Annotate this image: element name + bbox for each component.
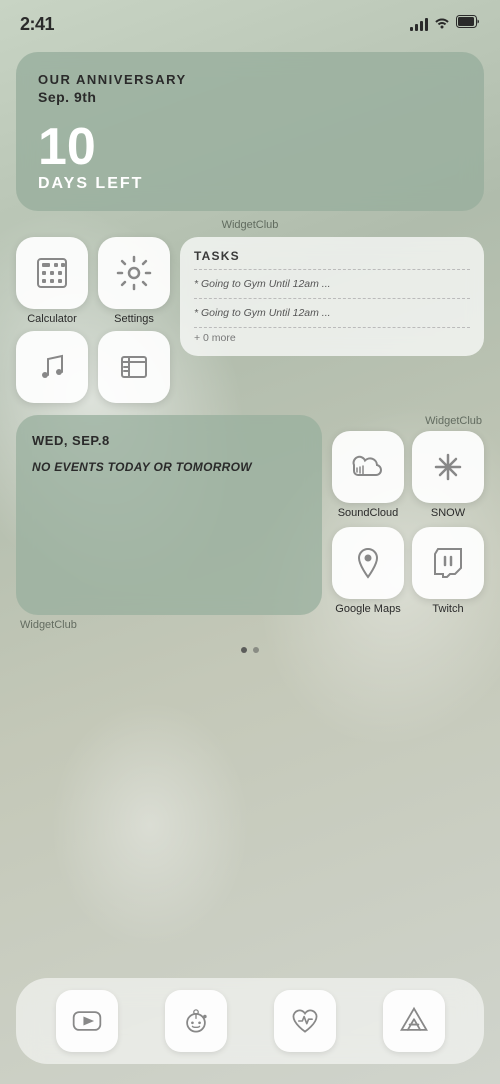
- googlemaps-icon: [350, 545, 386, 581]
- twitch-icon-bg[interactable]: [412, 527, 484, 599]
- youtube-icon: [71, 1005, 103, 1037]
- appstore-icon: [398, 1005, 430, 1037]
- calendar-widget[interactable]: Wed, Sep.8 No events today or tomorrow: [16, 415, 322, 615]
- dot-2: [253, 647, 259, 653]
- widgetclub-label-3: WidgetClub: [16, 619, 484, 631]
- calculator-icon-bg[interactable]: [16, 237, 88, 309]
- main-content: Our anniversary Sep. 9th 10 Days Left Wi…: [0, 44, 500, 661]
- settings-app[interactable]: Settings: [98, 237, 170, 325]
- task-item-1: * Going to Gym Until 12am ...: [194, 274, 470, 294]
- anniversary-title: Our anniversary: [38, 72, 462, 87]
- status-time: 2:41: [20, 14, 54, 35]
- status-bar: 2:41: [0, 0, 500, 44]
- settings-icon: [116, 255, 152, 291]
- right-app-grid: SoundCloud SNOW: [332, 431, 484, 615]
- reddit-icon: [180, 1005, 212, 1037]
- twitch-icon: [430, 545, 466, 581]
- signal-icon: [410, 17, 428, 31]
- snow-label: SNOW: [431, 507, 465, 519]
- anniversary-date: Sep. 9th: [38, 89, 462, 105]
- days-label: Days Left: [38, 175, 462, 193]
- widgetclub-label-1: WidgetClub: [16, 219, 484, 231]
- apps-tasks-row: Calculator Settings: [16, 237, 484, 407]
- calendar-day: Wed, Sep.8: [32, 433, 306, 448]
- settings-label: Settings: [114, 313, 154, 325]
- snow-icon-bg[interactable]: [412, 431, 484, 503]
- task-more: + 0 more: [194, 332, 470, 344]
- googlemaps-app[interactable]: Google Maps: [332, 527, 404, 615]
- music-icon: [34, 349, 70, 385]
- anniversary-widget[interactable]: Our anniversary Sep. 9th 10 Days Left: [16, 52, 484, 211]
- task-divider-2: [194, 298, 470, 299]
- books-icon-bg[interactable]: [98, 331, 170, 403]
- settings-icon-bg[interactable]: [98, 237, 170, 309]
- tasks-title: Tasks: [194, 249, 470, 263]
- task-divider-3: [194, 327, 470, 328]
- books-app[interactable]: [98, 331, 170, 407]
- wifi-icon: [434, 15, 450, 34]
- calculator-label: Calculator: [27, 313, 77, 325]
- dock: [16, 978, 484, 1064]
- books-icon: [116, 349, 152, 385]
- music-app[interactable]: [16, 331, 88, 407]
- task-item-2: * Going to Gym Until 12am ...: [194, 303, 470, 323]
- music-icon-bg[interactable]: [16, 331, 88, 403]
- soundcloud-icon-bg[interactable]: [332, 431, 404, 503]
- appstore-dock-app[interactable]: [383, 990, 445, 1052]
- app-col-left: Calculator Settings: [16, 237, 170, 407]
- tasks-widget[interactable]: Tasks * Going to Gym Until 12am ... * Go…: [180, 237, 484, 356]
- youtube-dock-app[interactable]: [56, 990, 118, 1052]
- snow-app[interactable]: SNOW: [412, 431, 484, 519]
- twitch-app[interactable]: Twitch: [412, 527, 484, 615]
- calculator-app[interactable]: Calculator: [16, 237, 88, 325]
- widgetclub-label-2: WidgetClub: [332, 415, 484, 427]
- calculator-icon: [34, 255, 70, 291]
- days-number: 10: [38, 121, 462, 173]
- soundcloud-label: SoundCloud: [338, 507, 399, 519]
- calendar-note: No events today or tomorrow: [32, 458, 306, 476]
- soundcloud-icon: [350, 449, 386, 485]
- battery-icon: [456, 15, 480, 33]
- page-dots: [16, 647, 484, 653]
- googlemaps-label: Google Maps: [335, 603, 400, 615]
- status-icons: [410, 15, 480, 34]
- twitch-label: Twitch: [432, 603, 463, 615]
- dot-1: [241, 647, 247, 653]
- bg-blob-3: [50, 700, 250, 950]
- health-icon: [289, 1005, 321, 1037]
- reddit-dock-app[interactable]: [165, 990, 227, 1052]
- task-divider-1: [194, 269, 470, 270]
- right-apps-section: WidgetClub SoundCloud: [332, 415, 484, 615]
- snow-icon: [430, 449, 466, 485]
- health-dock-app[interactable]: [274, 990, 336, 1052]
- googlemaps-icon-bg[interactable]: [332, 527, 404, 599]
- soundcloud-app[interactable]: SoundCloud: [332, 431, 404, 519]
- middle-row: Wed, Sep.8 No events today or tomorrow W…: [16, 415, 484, 615]
